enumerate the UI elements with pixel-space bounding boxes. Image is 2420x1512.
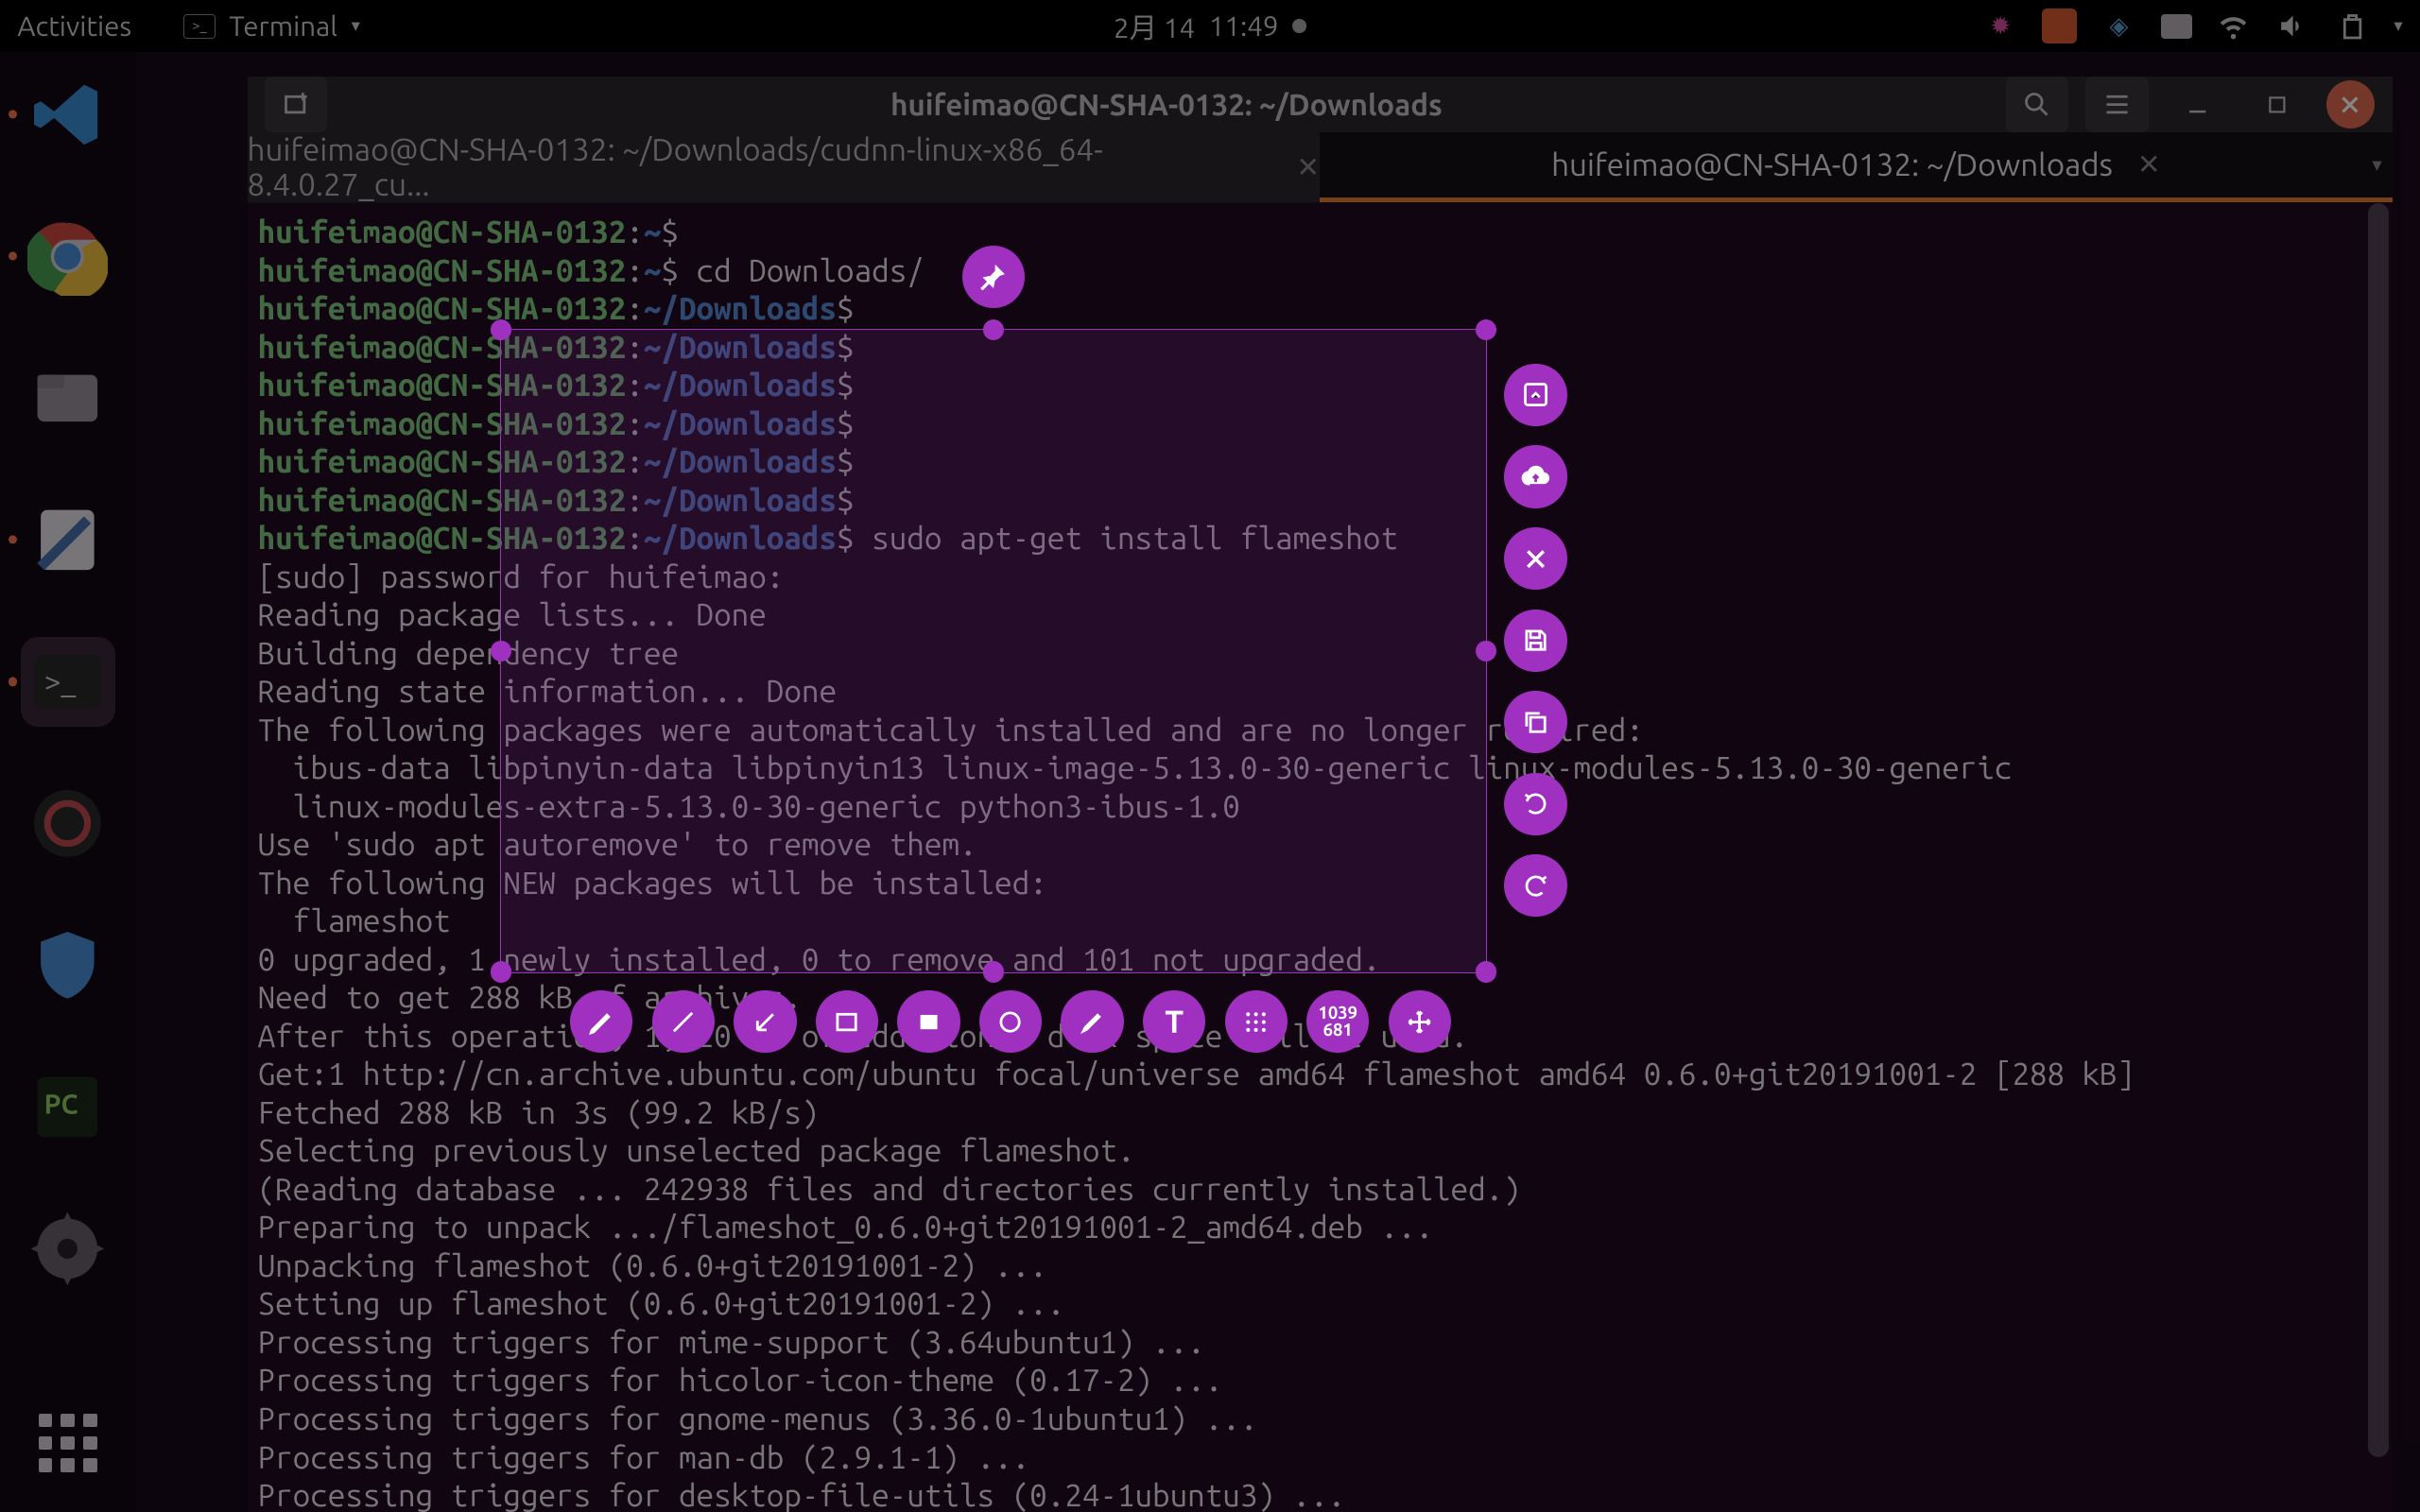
scrollbar[interactable] [2368,203,2389,1512]
tab-strip: huifeimao@CN-SHA-0132: ~/Downloads/cudnn… [248,132,2393,203]
flameshot-open-app-button[interactable] [1504,364,1566,426]
flameshot-arrow-button[interactable] [734,990,796,1053]
selection-handle[interactable] [983,319,1004,340]
terminal-mini-icon: >_ [183,14,215,39]
svg-text:>_: >_ [44,664,77,698]
flameshot-pencil-button[interactable] [570,990,632,1053]
dock-item-chrome[interactable] [21,212,114,301]
system-menu-chevron-icon[interactable]: ▾ [2394,16,2402,36]
window-title: huifeimao@CN-SHA-0132: ~/Downloads [345,88,1989,121]
selection-handle[interactable] [491,641,511,662]
dock-item-shield[interactable] [21,920,114,1010]
flameshot-text-button[interactable]: T [1143,990,1205,1053]
selection-handle[interactable] [491,961,511,982]
app-menu[interactable]: >_ Terminal ▾ [183,10,359,42]
svg-text:PC: PC [44,1091,78,1120]
tab-close-icon[interactable]: ✕ [2137,148,2161,180]
dock-item-obs[interactable] [21,779,114,868]
flameshot-side-tools [1504,364,1566,918]
chevron-down-icon: ▾ [352,16,360,36]
maximize-button[interactable] [2246,77,2308,132]
dock-item-vscode[interactable] [21,70,114,160]
flameshot-redo-button[interactable] [1504,773,1566,835]
selection-handle[interactable] [1476,961,1496,982]
flameshot-rect-button[interactable] [816,990,878,1053]
menu-button[interactable] [2085,77,2148,132]
flameshot-pin-button[interactable] [962,246,1025,308]
scroll-thumb[interactable] [2368,203,2389,1457]
app-tray-icon[interactable] [2042,9,2077,43]
panel-tray-icon[interactable] [2161,14,2192,39]
flameshot-upload-button[interactable] [1504,445,1566,507]
dock-item-settings[interactable] [21,1204,114,1294]
flameshot-save-button[interactable] [1504,610,1566,672]
dock-item-text-editor[interactable] [21,495,114,585]
notification-dot-icon [1292,19,1306,33]
volume-icon[interactable] [2275,9,2310,43]
minimize-button[interactable] [2166,77,2228,132]
flameshot-close-button[interactable] [1504,527,1566,590]
selection-handle[interactable] [491,319,511,340]
search-button[interactable] [2006,77,2068,132]
flameshot-copy-button[interactable] [1504,691,1566,753]
dock-item-show-apps[interactable] [21,1398,114,1487]
flameshot-circle-button[interactable] [979,990,1042,1053]
chevron-down-icon[interactable]: ▾ [2372,153,2381,176]
activities-button[interactable]: Activities [17,10,131,42]
titlebar: huifeimao@CN-SHA-0132: ~/Downloads [248,77,2393,132]
shield-tray-icon[interactable]: ◈ [2101,9,2136,43]
dock-item-pycharm[interactable]: PC [21,1062,114,1152]
tab-0[interactable]: huifeimao@CN-SHA-0132: ~/Downloads/cudnn… [248,132,1321,202]
flameshot-marker-button[interactable] [1061,990,1123,1053]
flameshot-line-button[interactable] [652,990,715,1053]
dock-item-terminal[interactable]: >_ [21,637,114,727]
tab-1[interactable]: huifeimao@CN-SHA-0132: ~/Downloads ✕ ▾ [1320,132,2393,202]
gnome-top-bar: Activities >_ Terminal ▾ 2月 14 11:49 ✹ ◈… [0,0,2420,52]
flameshot-blur-button[interactable] [1225,990,1288,1053]
flameshot-bottom-tools: T 1039681 [570,990,1451,1053]
new-tab-button[interactable] [265,77,327,132]
dock: >_ PC [0,52,136,1512]
flameshot-selection[interactable] [500,329,1487,972]
flameshot-size-indicator: 1039681 [1306,990,1369,1053]
tab-close-icon[interactable]: ✕ [1296,151,1320,183]
close-button[interactable] [2326,80,2376,129]
flameshot-rect-fill-button[interactable] [897,990,959,1053]
flameshot-move-button[interactable] [1389,990,1451,1053]
selection-handle[interactable] [1476,319,1496,340]
dock-item-files[interactable] [21,353,114,443]
wifi-icon[interactable] [2217,9,2252,43]
flameshot-undo-button[interactable] [1504,854,1566,917]
grid-icon [39,1414,98,1473]
selection-handle[interactable] [983,961,1004,982]
flameshot-tray-icon[interactable]: ✹ [1983,9,2018,43]
clock-area[interactable]: 2月 14 11:49 [1114,7,1306,46]
selection-handle[interactable] [1476,641,1496,662]
battery-icon[interactable] [2335,9,2370,43]
